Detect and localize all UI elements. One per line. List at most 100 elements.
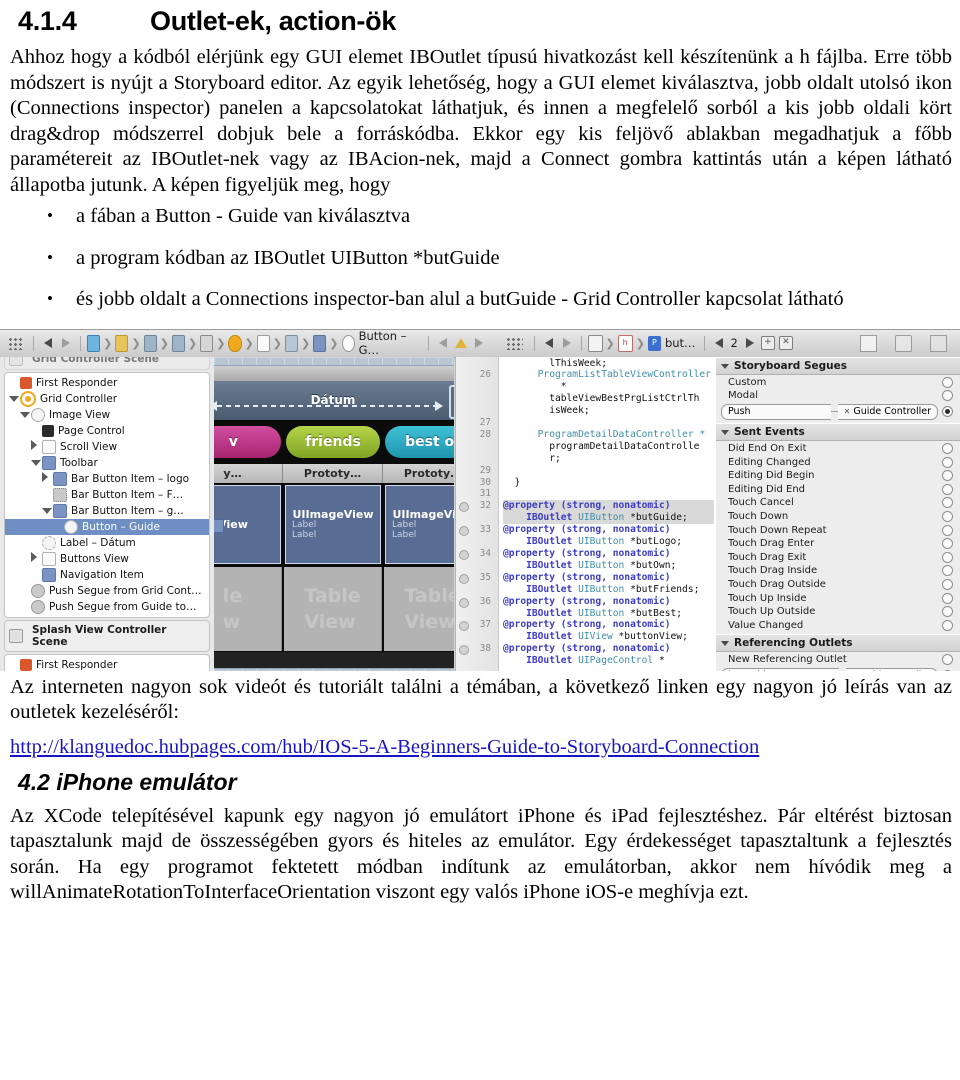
inspector-event-row[interactable]: Editing Changed <box>716 455 960 469</box>
connection-well[interactable] <box>942 406 953 418</box>
code-line[interactable]: IBOutlet UIPageControl * <box>503 655 714 667</box>
button-icon[interactable] <box>341 334 355 352</box>
connection-source-label[interactable]: Push <box>721 403 831 420</box>
outlet-connection-dot[interactable] <box>459 549 469 560</box>
bar-button-item-guide[interactable] <box>449 384 454 419</box>
code-line[interactable] <box>503 417 714 429</box>
inspector-event-row[interactable]: Editing Did Begin <box>716 469 960 483</box>
folder-icon[interactable] <box>115 334 129 352</box>
code-line[interactable]: @property (strong, nonatomic) <box>503 572 714 584</box>
connection-well[interactable] <box>942 390 953 402</box>
chevron-down-icon[interactable] <box>42 507 52 514</box>
connection-well[interactable] <box>942 524 953 536</box>
code-line[interactable]: @property (strong, nonatomic) <box>503 643 714 655</box>
outline-row[interactable]: Grid Controller <box>5 390 209 407</box>
jumpbar-breadcrumb-label[interactable]: but… <box>665 336 696 350</box>
code-line[interactable]: @property (strong, nonatomic) <box>503 500 714 513</box>
outline-row[interactable]: Image View <box>5 407 209 423</box>
outline-row[interactable]: First Responder <box>5 657 209 671</box>
code-line[interactable]: ProgramDetailDataController * <box>503 429 714 441</box>
connection-well[interactable] <box>942 565 953 577</box>
connection-target-label[interactable]: ✕Grid Controller <box>845 667 938 671</box>
inspector-connection-row[interactable]: butGuide ✕Grid Controller <box>716 667 960 671</box>
connections-inspector[interactable]: Storyboard Segues Custom Modal Push ✕ Guide C… <box>716 356 960 671</box>
storyboard-canvas[interactable]: Dátum v friends best of y… Prototy… Prot… <box>214 356 454 671</box>
inspector-section-header[interactable]: Sent Events <box>716 422 960 441</box>
chevron-down-icon[interactable] <box>20 411 30 418</box>
close-icon[interactable]: ✕ <box>852 670 859 671</box>
file-icon[interactable] <box>171 334 185 352</box>
assistant-editor-icon[interactable] <box>587 334 603 352</box>
code-line[interactable]: } <box>503 477 714 489</box>
code-line[interactable] <box>503 488 714 500</box>
forward-arrow-icon[interactable] <box>62 338 71 348</box>
bar-button-icon[interactable] <box>313 334 327 352</box>
outlet-connection-dot[interactable] <box>459 573 469 584</box>
back-arrow-icon[interactable] <box>44 338 53 348</box>
scene-icon[interactable] <box>200 334 214 352</box>
chevron-right-icon[interactable] <box>31 552 37 562</box>
buttons-view[interactable]: v friends best of <box>214 419 454 464</box>
code-line[interactable]: IBOutlet UIButton *butLogo; <box>503 536 714 548</box>
counter-prev-icon[interactable] <box>714 338 723 348</box>
inspector-event-row[interactable]: Touch Drag Outside <box>716 578 960 592</box>
chevron-right-icon[interactable] <box>42 472 48 482</box>
connection-well[interactable] <box>942 470 953 482</box>
code-line[interactable]: * <box>503 381 714 393</box>
inspector-event-row[interactable]: Custom <box>716 376 960 390</box>
code-text-area[interactable]: lThisWeek; ProgramListTableViewControlle… <box>499 357 716 671</box>
connection-source-label[interactable]: butGuide <box>721 667 839 671</box>
inspector-event-row[interactable]: Touch Drag Inside <box>716 564 960 578</box>
outlet-connection-dot[interactable] <box>459 597 469 608</box>
connection-well[interactable] <box>942 510 953 522</box>
code-line[interactable]: @property (strong, nonatomic) <box>503 596 714 608</box>
source-code-editor[interactable]: lThisWeek; ProgramListTableViewControlle… <box>455 356 717 671</box>
outline-row[interactable]: Push Segue from Guide to… <box>5 599 209 615</box>
connection-well[interactable] <box>942 376 953 388</box>
inspector-event-row[interactable]: Touch Up Outside <box>716 605 960 619</box>
project-icon[interactable] <box>87 334 101 352</box>
connection-well[interactable] <box>942 619 953 631</box>
connection-well[interactable] <box>942 483 953 495</box>
connection-well[interactable] <box>942 654 953 666</box>
code-line[interactable]: ProgramListTableViewController <box>503 369 714 381</box>
outline-row[interactable]: Scroll View <box>5 439 209 455</box>
code-line[interactable]: isWeek; <box>503 405 714 417</box>
grid-view-icon[interactable] <box>505 336 523 350</box>
navigation-bar[interactable]: Dátum <box>214 380 454 420</box>
chevron-down-icon[interactable] <box>9 395 19 402</box>
inspector-event-row[interactable]: New Referencing Outlet <box>716 653 960 667</box>
connection-well[interactable] <box>942 456 953 468</box>
inspector-event-row[interactable]: Touch Drag Enter <box>716 537 960 551</box>
inspector-event-row[interactable]: Did End On Exit <box>716 442 960 456</box>
tab-pill[interactable]: best of <box>385 425 454 458</box>
connection-well[interactable] <box>942 578 953 590</box>
inspector-event-row[interactable]: Touch Down <box>716 510 960 524</box>
issue-next-icon[interactable] <box>474 338 483 348</box>
inspector-event-row[interactable]: Value Changed <box>716 618 960 632</box>
code-line[interactable]: lThisWeek; <box>503 358 714 370</box>
prototype-cell[interactable]: UIImageView Label Label <box>385 484 454 564</box>
device-preview[interactable]: Dátum v friends best of y… Prototy… Prot… <box>214 364 454 669</box>
code-line[interactable]: tableViewBestPrgListCtrlTh <box>503 393 714 405</box>
property-icon[interactable]: P <box>647 335 661 351</box>
chevron-down-icon[interactable] <box>721 429 729 435</box>
inspector-event-row[interactable]: Touch Drag Exit <box>716 550 960 564</box>
code-line[interactable] <box>503 465 714 477</box>
inspector-section-header[interactable]: Storyboard Segues <box>716 356 960 375</box>
back-arrow-icon[interactable] <box>544 338 553 348</box>
outline-tree[interactable]: First Responder Grid Controller Image View… <box>4 371 210 618</box>
outline-row[interactable]: Bar Button Item – logo <box>5 471 209 487</box>
view-controller-icon[interactable] <box>228 334 242 352</box>
inspector-event-row[interactable]: Modal <box>716 389 960 403</box>
inspector-event-row[interactable]: Touch Down Repeat <box>716 523 960 537</box>
quick-help-icon[interactable] <box>894 334 912 352</box>
code-line[interactable]: programDetailDataControlle <box>503 441 714 453</box>
prototype-cell[interactable]: View <box>214 484 281 564</box>
chevron-down-icon[interactable] <box>721 641 729 646</box>
outline-row[interactable]: First Responder <box>5 375 209 391</box>
counter-next-icon[interactable] <box>745 338 754 348</box>
outline-row[interactable]: Bar Button Item – g… <box>5 503 209 519</box>
code-line[interactable]: @property (strong, nonatomic) <box>503 524 714 536</box>
header-file-icon[interactable]: h <box>617 334 633 352</box>
